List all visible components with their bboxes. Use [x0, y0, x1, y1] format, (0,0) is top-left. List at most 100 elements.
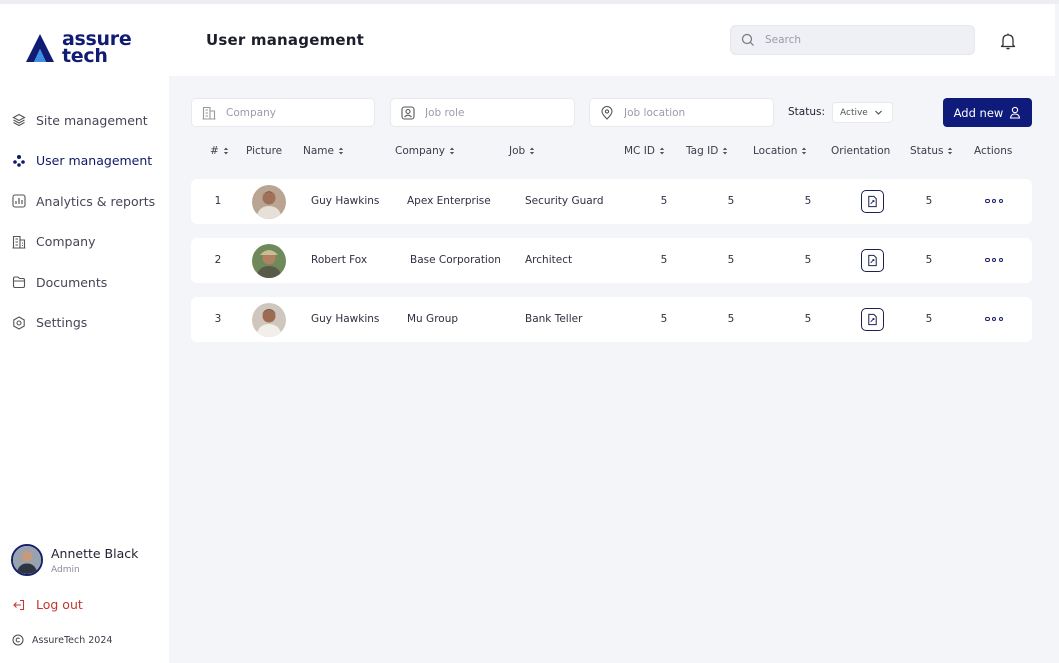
row-index: 2 — [214, 254, 222, 266]
more-actions-icon[interactable] — [985, 196, 1003, 206]
orientation-document-button[interactable] — [861, 190, 884, 213]
row-location: 5 — [804, 195, 812, 207]
add-new-label: Add new — [953, 105, 1004, 120]
logo-icon — [26, 34, 54, 62]
building-icon — [12, 235, 26, 249]
add-user-icon — [1009, 106, 1021, 119]
logo-line-2: tech — [62, 45, 108, 67]
row-tag-id: 5 — [727, 313, 735, 325]
row-location: 5 — [804, 313, 812, 325]
sidebar-item-settings[interactable]: Settings — [12, 303, 162, 344]
sidebar-item-label: Documents — [36, 274, 108, 290]
sidebar-item-user-management[interactable]: User management — [12, 141, 162, 182]
sidebar-item-site-management[interactable]: Site management — [12, 100, 162, 141]
orientation-document-button[interactable] — [861, 308, 884, 331]
chart-icon — [12, 194, 26, 208]
row-mc-id: 5 — [660, 254, 668, 266]
row-location: 5 — [804, 254, 812, 266]
id-badge-icon — [401, 105, 415, 120]
profile-role: Admin — [51, 564, 80, 575]
gear-icon — [12, 316, 26, 330]
row-company: Mu Group — [407, 313, 459, 325]
sidebar-item-label: User management — [36, 153, 153, 169]
header: User management — [169, 4, 1055, 76]
sidebar-item-label: Company — [36, 234, 96, 250]
copyright-icon — [12, 634, 24, 646]
row-job: Bank Teller — [525, 313, 583, 325]
column-header-status[interactable]: Status — [910, 145, 953, 157]
more-actions-icon[interactable] — [985, 314, 1003, 324]
layers-icon — [12, 113, 26, 127]
row-tag-id: 5 — [727, 254, 735, 266]
sidebar-item-label: Analytics & reports — [36, 193, 156, 209]
folder-icon — [12, 275, 26, 289]
sort-icon — [659, 146, 665, 156]
status-filter-select[interactable]: Active — [832, 102, 893, 123]
status-filter-label: Status: — [788, 106, 825, 118]
document-icon — [868, 254, 877, 267]
row-status: 5 — [925, 313, 933, 325]
column-header-actions: Actions — [974, 145, 1013, 157]
column-header-name[interactable]: Name — [303, 145, 344, 157]
row-company: Base Corporation — [410, 254, 501, 266]
row-mc-id: 5 — [660, 195, 668, 207]
sidebar-item-analytics[interactable]: Analytics & reports — [12, 181, 162, 222]
job-role-filter-input[interactable] — [425, 106, 555, 119]
search-icon — [741, 33, 755, 47]
row-mc-id: 5 — [660, 313, 668, 325]
avatar — [11, 544, 43, 576]
row-status: 5 — [925, 254, 933, 266]
copyright: AssureTech 2024 — [12, 634, 112, 646]
table-row[interactable]: 2 Robert Fox Base Corporation Architect … — [191, 238, 1032, 283]
sort-icon — [947, 146, 953, 156]
sort-icon — [223, 146, 229, 156]
column-header-orientation: Orientation — [831, 145, 891, 157]
column-header-company[interactable]: Company — [395, 145, 455, 157]
job-location-filter-input[interactable] — [624, 106, 754, 119]
search-box[interactable] — [730, 25, 975, 55]
row-name: Robert Fox — [311, 254, 368, 266]
column-header-index[interactable]: # — [210, 145, 229, 157]
table-row[interactable]: 3 Guy Hawkins Mu Group Bank Teller 5 5 5… — [191, 297, 1032, 342]
sidebar-item-company[interactable]: Company — [12, 222, 162, 263]
table-row[interactable]: 1 Guy Hawkins Apex Enterprise Security G… — [191, 179, 1032, 224]
page-title: User management — [206, 31, 365, 49]
bell-icon[interactable] — [998, 31, 1018, 51]
sort-icon — [529, 146, 535, 156]
logout-button[interactable]: Log out — [12, 597, 83, 612]
job-role-filter[interactable] — [390, 98, 575, 127]
row-job: Architect — [525, 254, 573, 266]
logo-text: assure tech — [62, 30, 132, 67]
add-new-button[interactable]: Add new — [943, 98, 1032, 127]
job-location-filter[interactable] — [589, 98, 774, 127]
status-filter-value: Active — [840, 107, 868, 118]
column-header-tag-id[interactable]: Tag ID — [686, 145, 728, 157]
orientation-document-button[interactable] — [861, 249, 884, 272]
sidebar: assure tech Site management User managem… — [0, 4, 169, 663]
company-filter-input[interactable] — [226, 106, 356, 119]
row-name: Guy Hawkins — [311, 313, 380, 325]
sidebar-item-documents[interactable]: Documents — [12, 262, 162, 303]
column-header-mc-id[interactable]: MC ID — [624, 145, 665, 157]
sidebar-item-label: Settings — [36, 315, 88, 331]
building-icon — [202, 106, 216, 120]
chevron-down-icon — [874, 108, 883, 117]
row-index: 1 — [214, 195, 222, 207]
row-status: 5 — [925, 195, 933, 207]
sort-icon — [449, 146, 455, 156]
profile-name: Annette Black — [51, 545, 139, 561]
search-input[interactable] — [765, 34, 955, 46]
document-icon — [868, 195, 877, 208]
avatar — [252, 185, 286, 219]
company-filter[interactable] — [191, 98, 375, 127]
more-actions-icon[interactable] — [985, 255, 1003, 265]
sort-icon — [722, 146, 728, 156]
avatar — [252, 303, 286, 337]
column-header-location[interactable]: Location — [753, 145, 807, 157]
row-company: Apex Enterprise — [407, 195, 491, 207]
location-pin-icon — [600, 105, 614, 120]
user-profile[interactable]: Annette Black Admin — [11, 544, 138, 576]
sidebar-nav: Site management User management Analytic… — [12, 100, 162, 343]
column-header-job[interactable]: Job — [509, 145, 535, 157]
logo[interactable]: assure tech — [24, 30, 132, 67]
